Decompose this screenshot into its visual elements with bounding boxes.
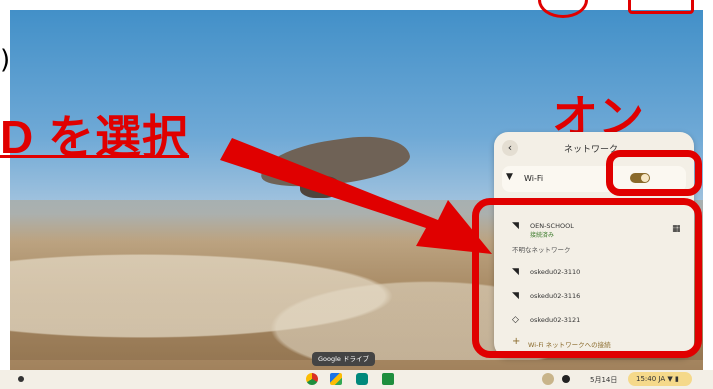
shelf-tooltip: Google ドライブ: [312, 352, 375, 366]
back-button[interactable]: ‹: [502, 140, 518, 156]
chevron-left-icon: ‹: [507, 141, 513, 154]
wifi-icon: ▼: [506, 172, 513, 182]
launcher-button[interactable]: [18, 376, 24, 382]
classroom-icon[interactable]: [382, 373, 394, 385]
status-area[interactable]: 15:40 JA ▼ ▮: [628, 372, 692, 386]
annotation-box-top: [628, 0, 694, 14]
annotation-arrow-icon: [220, 138, 492, 254]
image-border-top: [0, 0, 713, 10]
annotation-box-networks: [472, 198, 702, 358]
record-icon[interactable]: [562, 375, 570, 383]
image-border-right: [703, 0, 713, 389]
annotation-select-text: D を選択: [0, 111, 189, 163]
annotation-box-toggle: [606, 150, 702, 196]
annotation-paren: ): [0, 45, 11, 75]
meet-icon[interactable]: [356, 373, 368, 385]
avatar[interactable]: [542, 373, 554, 385]
status-time: 15:40 JA ▼ ▮: [636, 375, 679, 383]
date-display[interactable]: 5月14日: [590, 375, 617, 385]
drive-icon[interactable]: [330, 373, 342, 385]
wifi-label: Wi-Fi: [524, 174, 544, 183]
chrome-icon[interactable]: [306, 373, 318, 385]
